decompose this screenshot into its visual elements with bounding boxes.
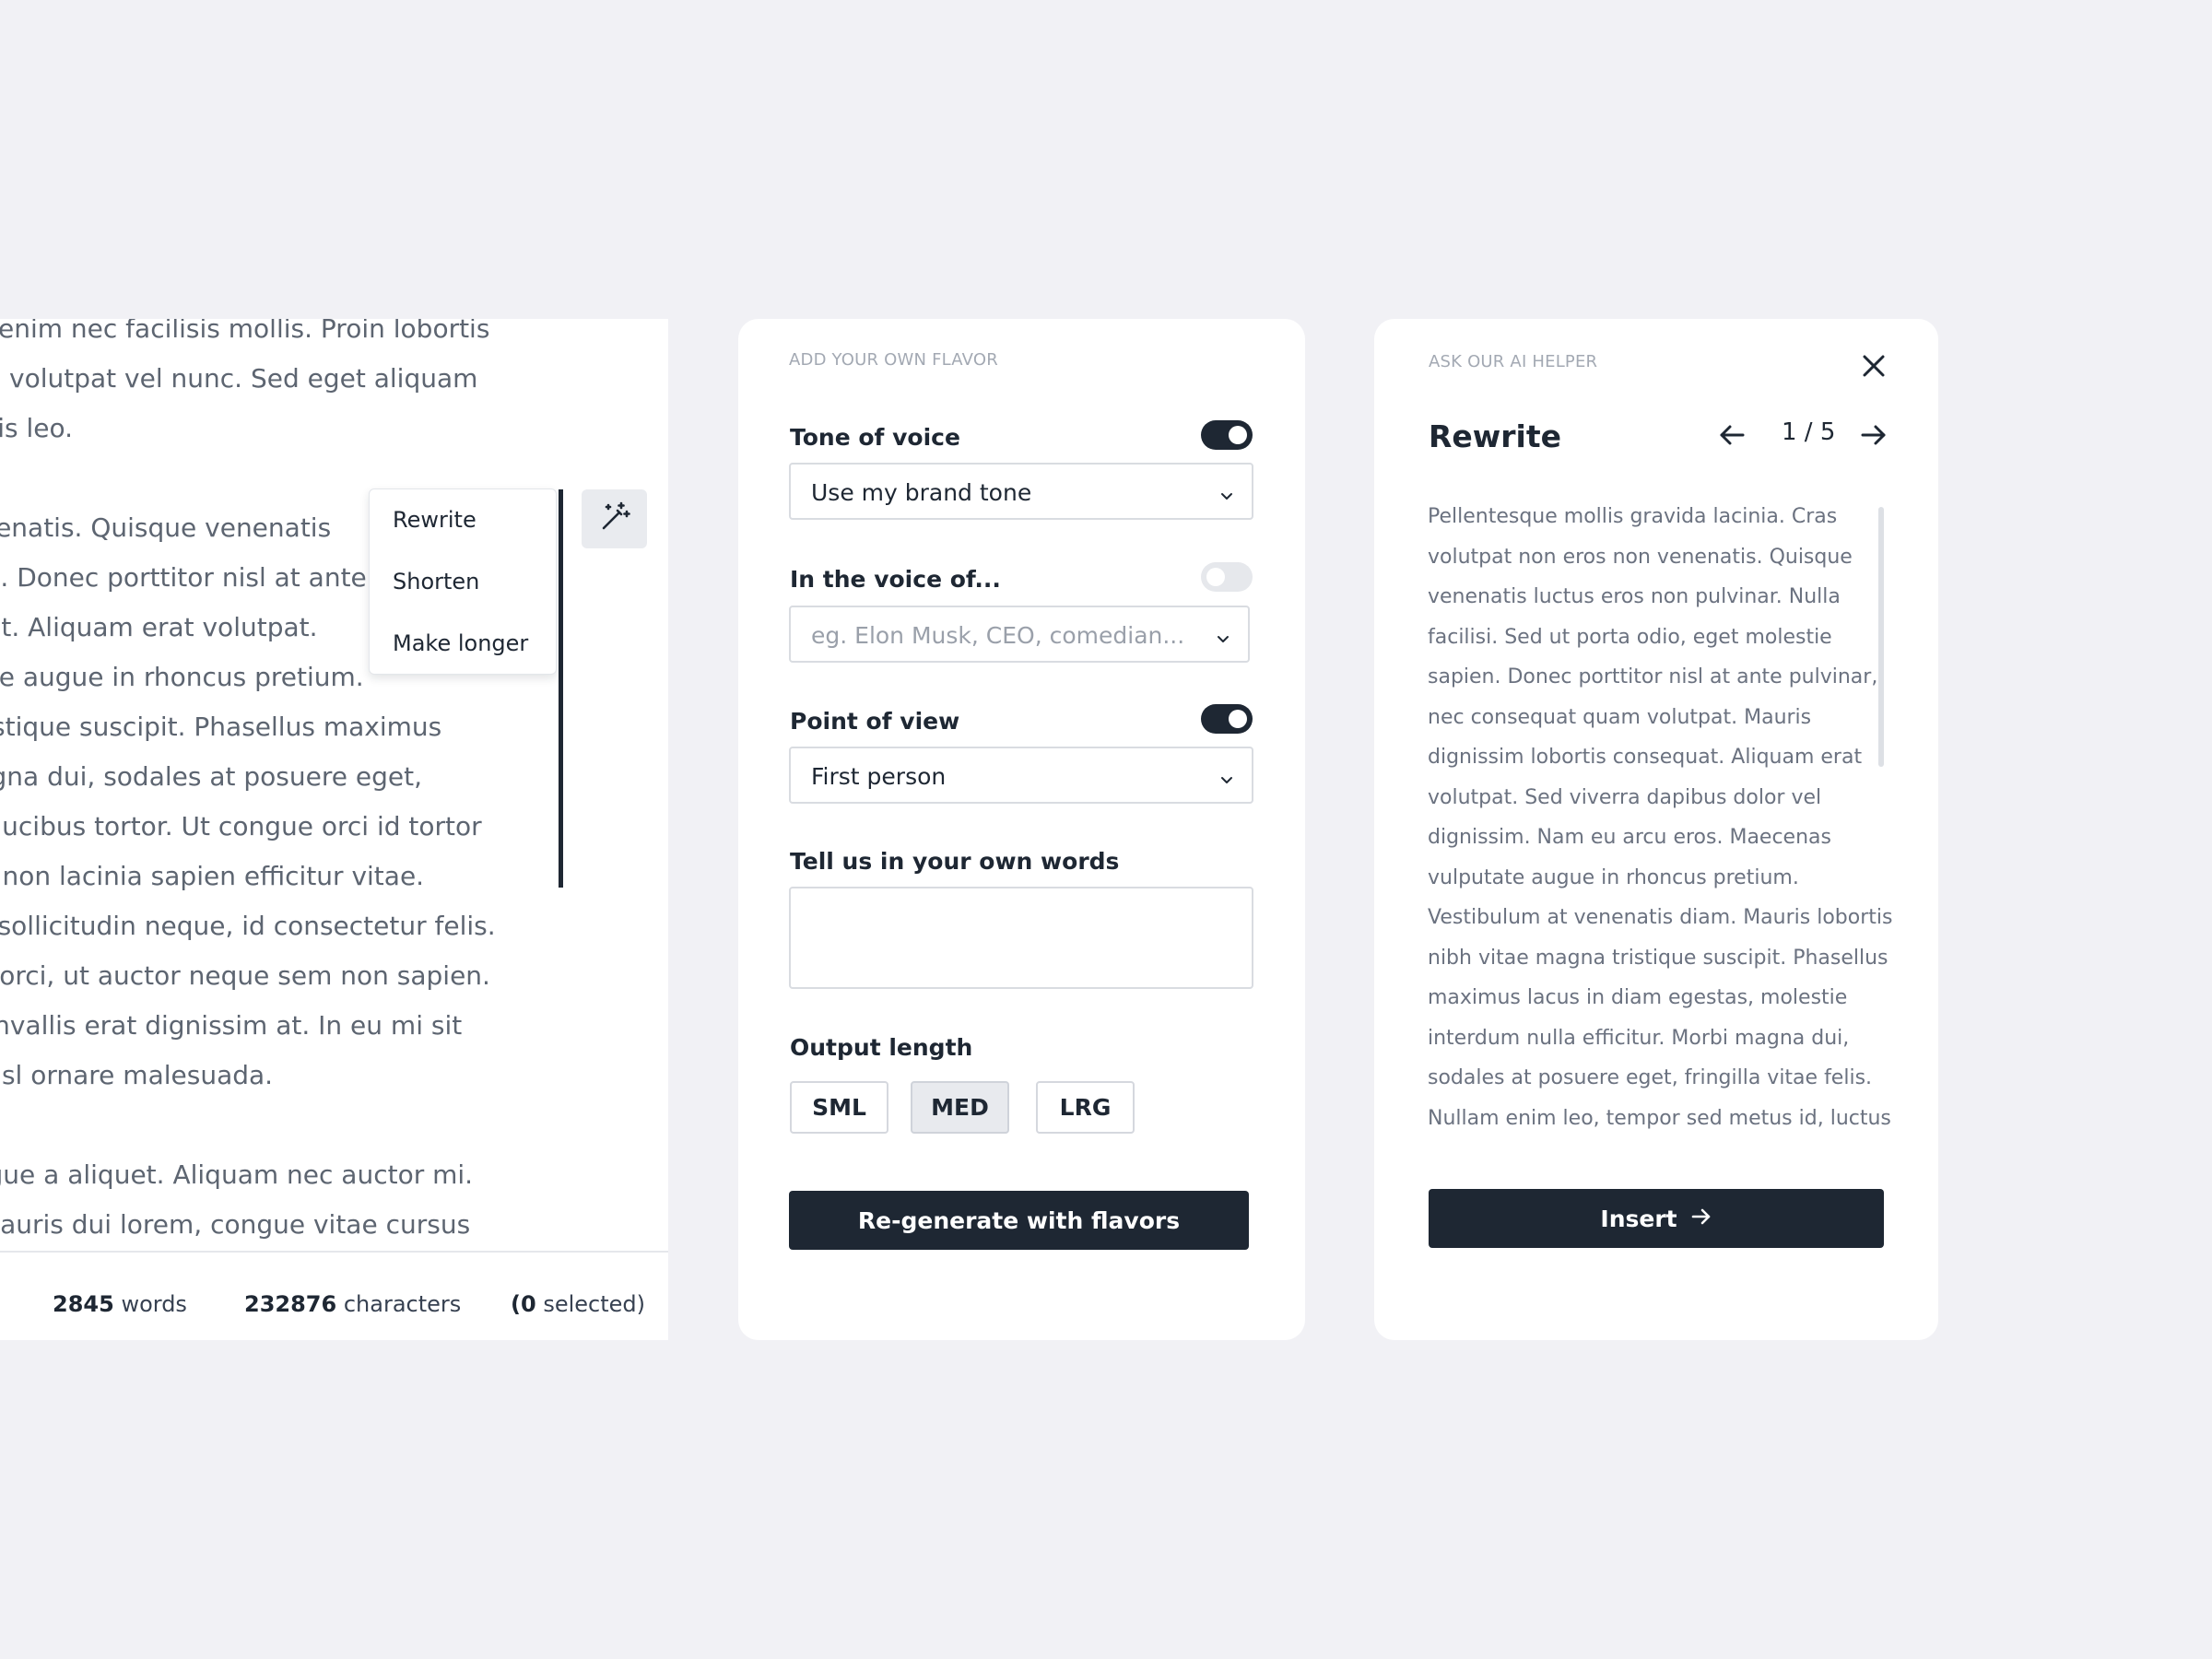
character-count: 232876 characters [244,1291,462,1317]
editor-status-bar: 2845 words 232876 characters (0 selected… [0,1251,668,1340]
text-line: s non. Mauris dui lorem, congue vitae cu… [0,1209,471,1240]
tone-toggle[interactable] [1201,420,1253,450]
result-line: nec consequat quam volutpat. Mauris [1428,705,1812,729]
length-lrg-button[interactable]: LRG [1036,1081,1135,1134]
ai-helper-panel: ASK OUR AI HELPER Rewrite 1 / 5 Pellente… [1374,319,1938,1340]
ai-result-text: Pellentesque mollis gravida lacinia. Cra… [1428,497,1893,1138]
result-line: volutpat non eros non venenatis. Quisque [1428,545,1853,569]
menu-item-shorten[interactable]: Shorten [370,551,556,613]
pov-select[interactable]: First person [789,747,1253,804]
length-sml-button[interactable]: SML [790,1081,888,1134]
ai-magic-button[interactable] [582,489,647,548]
ai-context-menu: Rewrite Shorten Make longer [369,488,557,675]
text-line: ec mauris leo. [0,413,74,443]
text-line: vitae convallis erat dignissim at. In eu… [0,1010,463,1041]
text-line: arius ac, volutpat vel nunc. Sed eget al… [0,363,478,394]
selected-count: (0 selected) [511,1291,645,1317]
chevron-down-icon [1218,483,1235,510]
own-words-label: Tell us in your own words [790,848,1120,875]
text-line: cipit augue a aliquet. Aliquam nec aucto… [0,1159,474,1190]
flavor-eyebrow: ADD YOUR OWN FLAVOR [789,350,998,370]
result-line: dignissim lobortis consequat. Aliquam er… [1428,746,1863,769]
pov-label: Point of view [790,708,960,735]
selection-indicator [559,489,563,888]
result-line: Nullam enim leo, tempor sed metus id, lu… [1428,1106,1891,1130]
insert-label: Insert [1600,1205,1677,1232]
result-line: dignissim. Nam eu arcu eros. Maecenas [1428,826,1831,849]
result-line: interdum nulla efficitur. Morbi magna du… [1428,1026,1850,1050]
voice-label: In the voice of... [790,566,1001,593]
result-line: sapien. Donec porttitor nisl at ante pul… [1428,665,1878,688]
toggle-knob [1229,710,1247,728]
regenerate-label: Re-generate with flavors [857,1206,1181,1234]
pov-select-value: First person [811,763,947,790]
regenerate-button[interactable]: Re-generate with flavors [789,1191,1249,1250]
toggle-knob [1206,568,1225,586]
result-line: venenatis luctus eros non pulvinar. Null… [1428,585,1841,608]
pov-toggle[interactable] [1201,704,1253,734]
toggle-knob [1229,426,1247,444]
paragraph: cipit augue a aliquet. Aliquam nec aucto… [0,1150,536,1250]
text-line: . Cras a sollicitudin neque, id consecte… [0,911,496,941]
text-line: tibulum enim nec facilisis mollis. Proin… [0,319,490,344]
text-line: nisl ut nisl ornare malesuada. [0,1060,274,1090]
result-line: Vestibulum at venenatis diam. Mauris lob… [1428,906,1893,929]
chevron-down-icon [1218,767,1235,794]
result-line: vulputate augue in rhoncus pretium. [1428,865,1799,889]
magic-wand-icon [599,501,630,536]
text-line: agna tristique suscipit. Phasellus maxim… [0,712,442,742]
editor-content[interactable]: tibulum enim nec facilisis mollis. Proin… [0,319,536,1250]
insert-button[interactable]: Insert [1429,1189,1884,1248]
close-icon[interactable] [1860,352,1888,383]
arrow-right-icon[interactable] [1860,423,1888,451]
word-count: 2845 words [53,1291,187,1317]
result-line: nibh vitae magna tristique suscipit. Pha… [1428,946,1888,970]
tone-label: Tone of voice [790,424,960,451]
arrow-left-icon[interactable] [1718,423,1746,451]
tone-select[interactable]: Use my brand tone [789,463,1253,520]
result-line: volutpat. Sed viverra dapibus dolor vel [1428,785,1822,809]
text-line: luctus faucibus tortor. Ut congue orci i… [0,811,482,841]
result-line: facilisi. Sed ut porta odio, eget molest… [1428,625,1832,649]
voice-select-placeholder: eg. Elon Musk, CEO, comedian... [811,622,1185,649]
voice-toggle[interactable] [1201,562,1253,592]
flavor-panel: ADD YOUR OWN FLAVOR Tone of voice Use my… [738,319,1305,1340]
menu-item-make-longer[interactable]: Make longer [370,613,556,675]
ai-helper-eyebrow: ASK OUR AI HELPER [1429,352,1598,371]
result-line: Pellentesque mollis gravida lacinia. Cra… [1428,505,1838,528]
chevron-down-icon [1215,626,1231,653]
output-length-label: Output length [790,1034,973,1061]
ai-result-title: Rewrite [1429,418,1562,454]
length-med-button[interactable]: MED [911,1081,1009,1134]
menu-item-rewrite[interactable]: Rewrite [370,489,556,551]
result-line: sodales at posuere eget, fringilla vitae… [1428,1066,1873,1089]
own-words-textarea[interactable] [789,887,1253,989]
result-pager: 1 / 5 [1782,418,1836,446]
paragraph: tibulum enim nec facilisis mollis. Proin… [0,319,536,453]
result-scrollbar[interactable] [1878,507,1884,767]
voice-select[interactable]: eg. Elon Musk, CEO, comedian... [789,606,1250,663]
result-line: maximus lacus in diam egestas, molestie [1428,986,1848,1009]
text-line: pit felis, non lacinia sapien efficitur … [0,861,425,891]
text-line: ncorper orci, ut auctor neque sem non sa… [0,960,490,991]
tone-select-value: Use my brand tone [811,479,1032,506]
text-line: orbi magna dui, sodales at posuere eget, [0,761,422,792]
arrow-right-icon [1690,1206,1712,1232]
text-editor[interactable]: tibulum enim nec facilisis mollis. Proin… [0,319,668,1340]
